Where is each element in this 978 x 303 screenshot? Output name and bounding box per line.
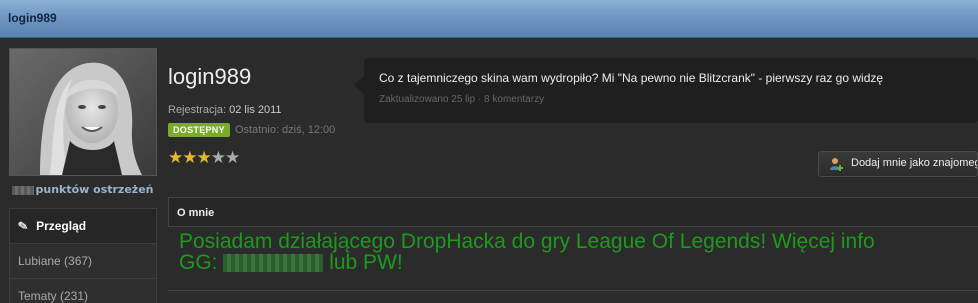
star-empty-icon: ★ [225, 148, 240, 168]
profile-sidebar: punktów ostrzeżeń ✎ Przegląd Lubiane (367… [9, 48, 157, 303]
divider [168, 290, 978, 291]
warning-points[interactable]: punktów ostrzeżeń [9, 183, 157, 196]
page-title: login989 [8, 11, 57, 25]
about-text: Posiadam działającego DropHacka do gry L… [179, 231, 978, 273]
top-bar: login989 [0, 0, 978, 38]
redacted-count [12, 185, 35, 195]
pencil-icon: ✎ [16, 218, 30, 234]
about-line-2: GG: lub PW! [179, 252, 978, 273]
add-user-icon [828, 156, 844, 175]
status-badge: DOSTĘPNY [168, 123, 230, 137]
star-filled-icon: ★ [168, 148, 183, 168]
profile-username: login989 [168, 64, 252, 89]
online-status: DOSTĘPNY Ostatnio: dziś, 12:00 [168, 123, 335, 137]
star-empty-icon: ★ [210, 148, 226, 168]
nav-item-topics[interactable]: Tematy (231) [10, 279, 156, 303]
add-friend-button[interactable]: Dodaj mnie jako znajomego [818, 151, 978, 177]
registration-info: Rejestracja: 02 lis 2011 [168, 104, 282, 116]
star-filled-icon: ★ [182, 148, 197, 168]
about-heading: O mnie [168, 197, 978, 227]
profile-nav: ✎ Przegląd Lubiane (367) Tematy (231) [9, 208, 157, 303]
status-update-meta[interactable]: Zaktualizowano 25 lip · 8 komentarzy [379, 94, 544, 105]
redacted-number [223, 254, 324, 273]
reputation-stars: ★★★★★ [168, 148, 240, 168]
nav-item-label: Przegląd [36, 219, 87, 233]
nav-item-label: Tematy (231) [18, 289, 89, 303]
star-filled-icon: ★ [196, 148, 212, 168]
nav-item-liked[interactable]: Lubiane (367) [10, 244, 156, 279]
status-update[interactable]: Co z tajemniczego skina wam wydropiło? M… [354, 58, 978, 123]
warning-points-label: punktów ostrzeżeń [35, 183, 154, 196]
status-update-text: Co z tajemniczego skina wam wydropiło? M… [379, 71, 884, 85]
last-seen: Ostatnio: dziś, 12:00 [234, 124, 336, 136]
about-line-1: Posiadam działającego DropHacka do gry L… [179, 230, 875, 253]
nav-item-overview[interactable]: ✎ Przegląd [10, 209, 156, 244]
nav-item-label: Lubiane (367) [18, 254, 93, 268]
registration-label: Rejestracja: [168, 104, 227, 116]
avatar [9, 48, 157, 176]
about-line-2-suffix: lub PW! [329, 251, 403, 274]
registration-date: 02 lis 2011 [229, 104, 282, 116]
about-line-2-prefix: GG: [179, 251, 218, 274]
about-section: Posiadam działającego DropHacka do gry L… [168, 227, 978, 289]
add-friend-label: Dodaj mnie jako znajomego [851, 157, 978, 169]
